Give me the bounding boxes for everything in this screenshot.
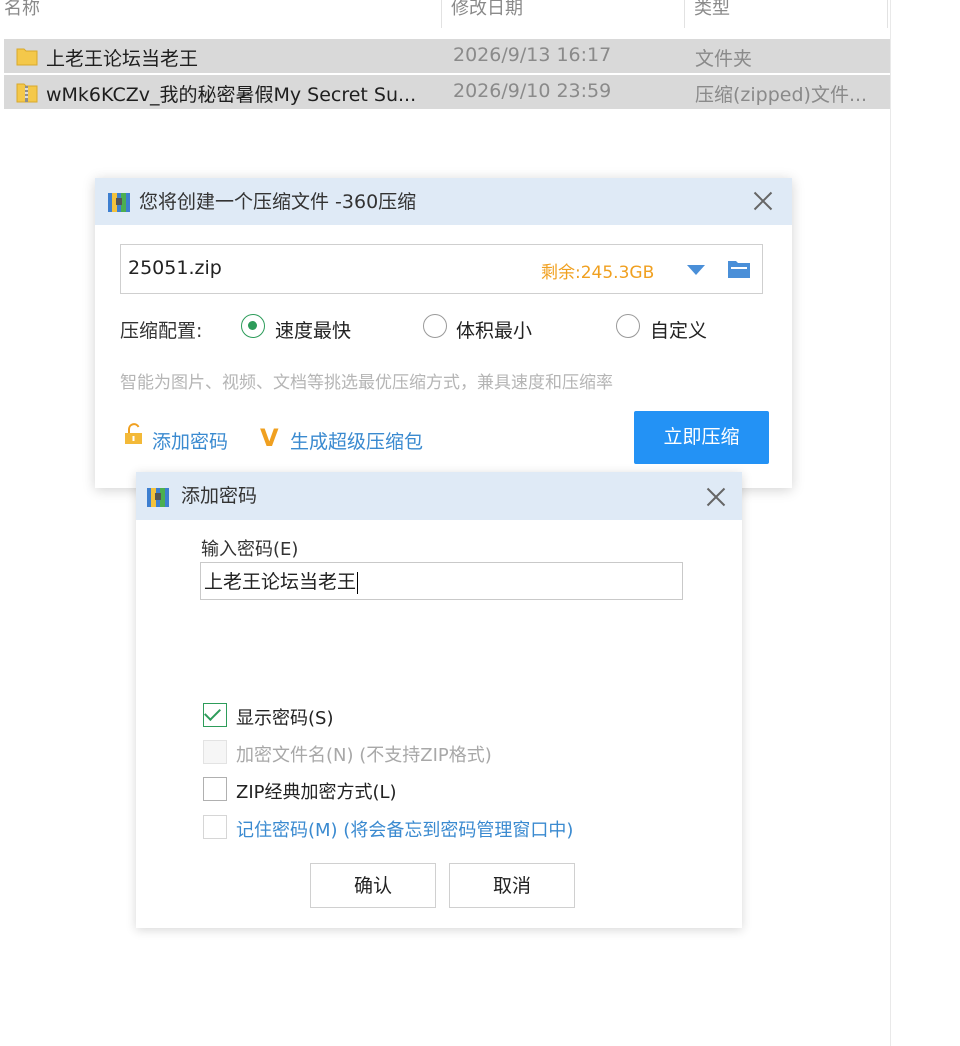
browse-folder-icon[interactable] <box>727 258 751 280</box>
file-row[interactable]: wMk6KCZv_我的秘密暑假My Secret Su... 2026/9/10… <box>4 75 890 109</box>
compress-hint: 智能为图片、视频、文档等挑选最优压缩方式，兼具速度和压缩率 <box>120 373 613 393</box>
password-input-label: 输入密码(E) <box>201 539 299 560</box>
column-divider[interactable] <box>887 0 888 28</box>
column-divider[interactable] <box>684 0 685 28</box>
password-value: 上老王论坛当老王 <box>204 571 357 593</box>
file-name: 上老王论坛当老王 <box>46 48 199 70</box>
file-type: 压缩(zipped)文件... <box>695 84 868 106</box>
file-row[interactable]: 上老王论坛当老王 2026/9/13 16:17 文件夹 <box>4 39 890 73</box>
column-name-header[interactable]: 名称 <box>4 0 40 20</box>
add-password-link[interactable]: 添加密码 <box>152 427 228 454</box>
password-dialog-title: 添加密码 <box>181 485 258 507</box>
password-dialog-titlebar[interactable]: 添加密码 <box>136 472 742 520</box>
zip-classic-encryption-checkbox[interactable] <box>203 777 227 801</box>
column-divider[interactable] <box>441 0 442 28</box>
column-type-header[interactable]: 类型 <box>694 0 730 20</box>
360zip-logo-icon <box>147 488 169 507</box>
compress-dialog: 您将创建一个压缩文件 -360压缩 25051.zip 剩余:245.3GB 压… <box>95 178 792 488</box>
close-icon[interactable] <box>749 187 777 215</box>
cancel-button[interactable]: 取消 <box>449 863 575 908</box>
remaining-space: 剩余:245.3GB <box>541 263 655 283</box>
radio-smallest[interactable] <box>423 314 447 338</box>
add-password-dialog: 添加密码 输入密码(E) 上老王论坛当老王 显示密码(S) 加密文件名(N) (… <box>136 472 742 928</box>
file-date: 2026/9/13 16:17 <box>453 44 612 66</box>
file-name: wMk6KCZv_我的秘密暑假My Secret Su... <box>46 84 417 106</box>
show-password-checkbox[interactable] <box>203 703 227 727</box>
option-smallest-label[interactable]: 体积最小 <box>456 316 532 343</box>
close-icon[interactable] <box>702 483 730 511</box>
option-custom-label[interactable]: 自定义 <box>650 316 707 343</box>
compress-dialog-title: 您将创建一个压缩文件 -360压缩 <box>139 191 417 213</box>
encrypt-filename-label: 加密文件名(N) (不支持ZIP格式) <box>236 745 492 766</box>
compress-config-label: 压缩配置: <box>120 320 203 342</box>
remember-password-label[interactable]: 记住密码(M) (将会备忘到密码管理窗口中) <box>236 816 573 842</box>
compress-dialog-titlebar[interactable]: 您将创建一个压缩文件 -360压缩 <box>95 178 792 225</box>
zip-classic-encryption-label[interactable]: ZIP经典加密方式(L) <box>236 778 397 804</box>
show-password-label[interactable]: 显示密码(S) <box>236 704 333 730</box>
remember-password-checkbox[interactable] <box>203 815 227 839</box>
file-date: 2026/9/10 23:59 <box>453 80 612 102</box>
radio-custom[interactable] <box>616 314 640 338</box>
lock-icon[interactable] <box>122 422 146 446</box>
chevron-down-icon[interactable] <box>687 265 705 275</box>
ok-button[interactable]: 确认 <box>310 863 436 908</box>
folder-icon <box>16 48 38 66</box>
archive-name-field[interactable]: 25051.zip 剩余:245.3GB <box>120 244 763 294</box>
vip-v-icon: V <box>260 424 279 452</box>
radio-fastest[interactable] <box>241 314 265 338</box>
window-edge <box>890 0 891 1046</box>
checkmark-icon <box>204 704 221 721</box>
column-date-header[interactable]: 修改日期 <box>451 0 523 20</box>
column-header: 名称 修改日期 类型 <box>0 0 890 28</box>
option-fastest-label[interactable]: 速度最快 <box>275 316 351 343</box>
360zip-logo-icon <box>108 193 130 212</box>
archive-name-value[interactable]: 25051.zip <box>128 257 222 279</box>
password-input[interactable]: 上老王论坛当老王 <box>200 562 683 600</box>
file-type: 文件夹 <box>695 48 753 70</box>
text-caret <box>357 571 359 594</box>
compress-now-button[interactable]: 立即压缩 <box>634 411 769 464</box>
zip-folder-icon <box>16 83 38 103</box>
super-pack-link[interactable]: 生成超级压缩包 <box>290 427 423 454</box>
encrypt-filename-checkbox <box>203 740 227 764</box>
